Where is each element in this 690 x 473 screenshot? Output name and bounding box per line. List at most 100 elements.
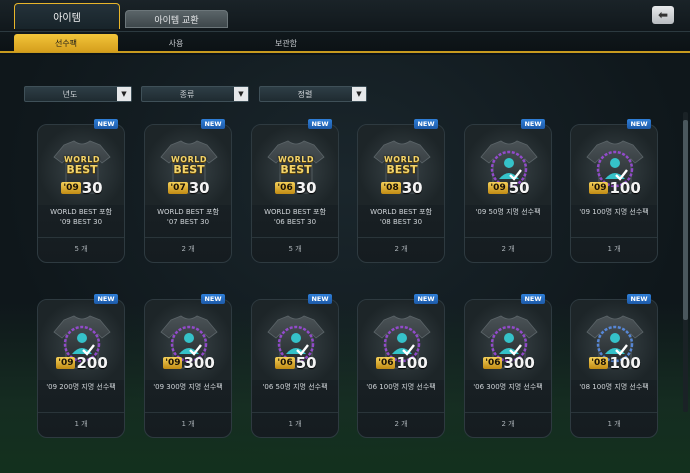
filter-type-label: 종류 (179, 90, 195, 99)
pack-year: '06 (376, 357, 396, 369)
world-best-line2: BEST (280, 163, 312, 176)
new-badge: NEW (521, 119, 545, 129)
chevron-down-icon[interactable]: ▼ (234, 87, 248, 101)
pack-year: '09 (488, 182, 508, 194)
pack-card[interactable]: '06 50 '06 50명 지명 선수팩 1 개 (251, 299, 339, 438)
pack-name: '09 300명 지명 선수팩 (153, 383, 223, 391)
back-arrow-icon: ⬅ (657, 8, 669, 22)
card-divider (571, 412, 657, 413)
filter-year[interactable]: 년도 ▼ (24, 86, 132, 102)
pack-quantity: 1 개 (74, 420, 88, 428)
tab-player-pack[interactable]: 선수팩 (14, 34, 118, 52)
pack-label: '06 30 (262, 179, 330, 197)
pack-year: '06 (275, 357, 295, 369)
pack-name: '09 200명 지명 선수팩 (46, 383, 116, 391)
pack-card[interactable]: '06 300 '06 300명 지명 선수팩 2 개 (464, 299, 552, 438)
world-best-logo: WORLD BEST (380, 155, 424, 175)
card-divider (252, 412, 338, 413)
pack-card[interactable]: WORLD BEST '07 30 WORLD BEST 포함 '07 BEST 30 2… (144, 124, 232, 263)
new-badge: NEW (94, 119, 118, 129)
new-badge: NEW (414, 119, 438, 129)
back-button[interactable]: ⬅ (652, 6, 674, 24)
pack-year: '09 (163, 357, 183, 369)
pack-number: 30 (401, 179, 423, 197)
pack-number: 300 (183, 354, 215, 372)
tab-item[interactable]: 아이템 (14, 3, 120, 29)
new-badge: NEW (627, 294, 651, 304)
pack-name: '06 300명 지명 선수팩 (473, 383, 543, 391)
pack-quantity: 1 개 (607, 420, 621, 428)
pack-number: 50 (508, 179, 530, 197)
pack-card[interactable]: '09 300 '09 300명 지명 선수팩 1 개 (144, 299, 232, 438)
tab-use[interactable]: 사용 (124, 34, 228, 52)
pack-number: 30 (188, 179, 210, 197)
card-divider (465, 237, 551, 238)
filter-sort[interactable]: 정렬 ▼ (259, 86, 367, 102)
pack-name: '08 100명 지명 선수팩 (579, 383, 649, 391)
pack-year: '09 (61, 182, 81, 194)
filter-sort-label: 정렬 (297, 90, 313, 99)
pack-card[interactable]: WORLD BEST '09 30 WORLD BEST 포함 '09 BEST 30 5… (37, 124, 125, 263)
new-badge: NEW (308, 119, 332, 129)
sub-tab-bar: 선수팩 사용 보관함 (0, 32, 690, 53)
pack-number: 300 (503, 354, 535, 372)
pack-quantity: 1 개 (288, 420, 302, 428)
pack-quantity: 2 개 (181, 245, 195, 253)
pack-art: WORLD BEST '08 30 (358, 125, 444, 205)
pack-quantity: 2 개 (501, 245, 515, 253)
pack-name: WORLD BEST 포함 '06 BEST 30 (264, 208, 326, 226)
pack-label: '09 200 (48, 354, 116, 372)
pack-year: '08 (381, 182, 401, 194)
pack-quantity: 2 개 (394, 420, 408, 428)
scrollbar[interactable] (683, 112, 688, 412)
pack-art: WORLD BEST '09 30 (38, 125, 124, 205)
pack-art: '06 300 (465, 300, 551, 380)
new-badge: NEW (414, 294, 438, 304)
pack-card[interactable]: '09 50 '09 50명 지명 선수팩 2 개 (464, 124, 552, 263)
pack-year: '06 (275, 182, 295, 194)
pack-name: WORLD BEST 포함 '09 BEST 30 (50, 208, 112, 226)
pack-label: '06 300 (475, 354, 543, 372)
world-best-logo: WORLD BEST (274, 155, 318, 175)
pack-number: 100 (609, 179, 641, 197)
filter-type[interactable]: 종류 ▼ (141, 86, 249, 102)
pack-label: '08 30 (368, 179, 436, 197)
card-divider (38, 237, 124, 238)
pack-label: '09 30 (48, 179, 116, 197)
pack-card[interactable]: '06 100 '06 100명 지명 선수팩 2 개 (357, 299, 445, 438)
pack-quantity: 1 개 (607, 245, 621, 253)
world-best-line2: BEST (173, 163, 205, 176)
pack-name: '06 100명 지명 선수팩 (366, 383, 436, 391)
new-badge: NEW (94, 294, 118, 304)
pack-card[interactable]: WORLD BEST '08 30 WORLD BEST 포함 '08 BEST 30 2… (357, 124, 445, 263)
tab-item-exchange[interactable]: 아이템 교환 (125, 10, 228, 28)
pack-number: 30 (295, 179, 317, 197)
pack-label: '06 100 (368, 354, 436, 372)
card-divider (358, 412, 444, 413)
pack-card[interactable]: '08 100 '08 100명 지명 선수팩 1 개 (570, 299, 658, 438)
pack-card[interactable]: '09 100 '09 100명 지명 선수팩 1 개 (570, 124, 658, 263)
pack-art: '06 100 (358, 300, 444, 380)
pack-card[interactable]: WORLD BEST '06 30 WORLD BEST 포함 '06 BEST 30 5… (251, 124, 339, 263)
new-badge: NEW (201, 294, 225, 304)
card-divider (145, 412, 231, 413)
pack-number: 100 (609, 354, 641, 372)
pack-quantity: 1 개 (181, 420, 195, 428)
card-divider (145, 237, 231, 238)
pack-number: 100 (396, 354, 428, 372)
pack-label: '09 100 (581, 179, 649, 197)
scrollbar-thumb[interactable] (683, 120, 688, 320)
new-badge: NEW (201, 119, 225, 129)
tab-storage[interactable]: 보관함 (234, 34, 338, 52)
pack-name: '09 100명 지명 선수팩 (579, 208, 649, 216)
new-badge: NEW (627, 119, 651, 129)
pack-number: 30 (81, 179, 103, 197)
card-divider (465, 412, 551, 413)
pack-year: '08 (589, 357, 609, 369)
pack-year: '09 (589, 182, 609, 194)
top-bar: 아이템 아이템 교환 ⬅ (0, 0, 690, 32)
pack-year: '07 (168, 182, 188, 194)
pack-card[interactable]: '09 200 '09 200명 지명 선수팩 1 개 (37, 299, 125, 438)
chevron-down-icon[interactable]: ▼ (352, 87, 366, 101)
chevron-down-icon[interactable]: ▼ (117, 87, 131, 101)
